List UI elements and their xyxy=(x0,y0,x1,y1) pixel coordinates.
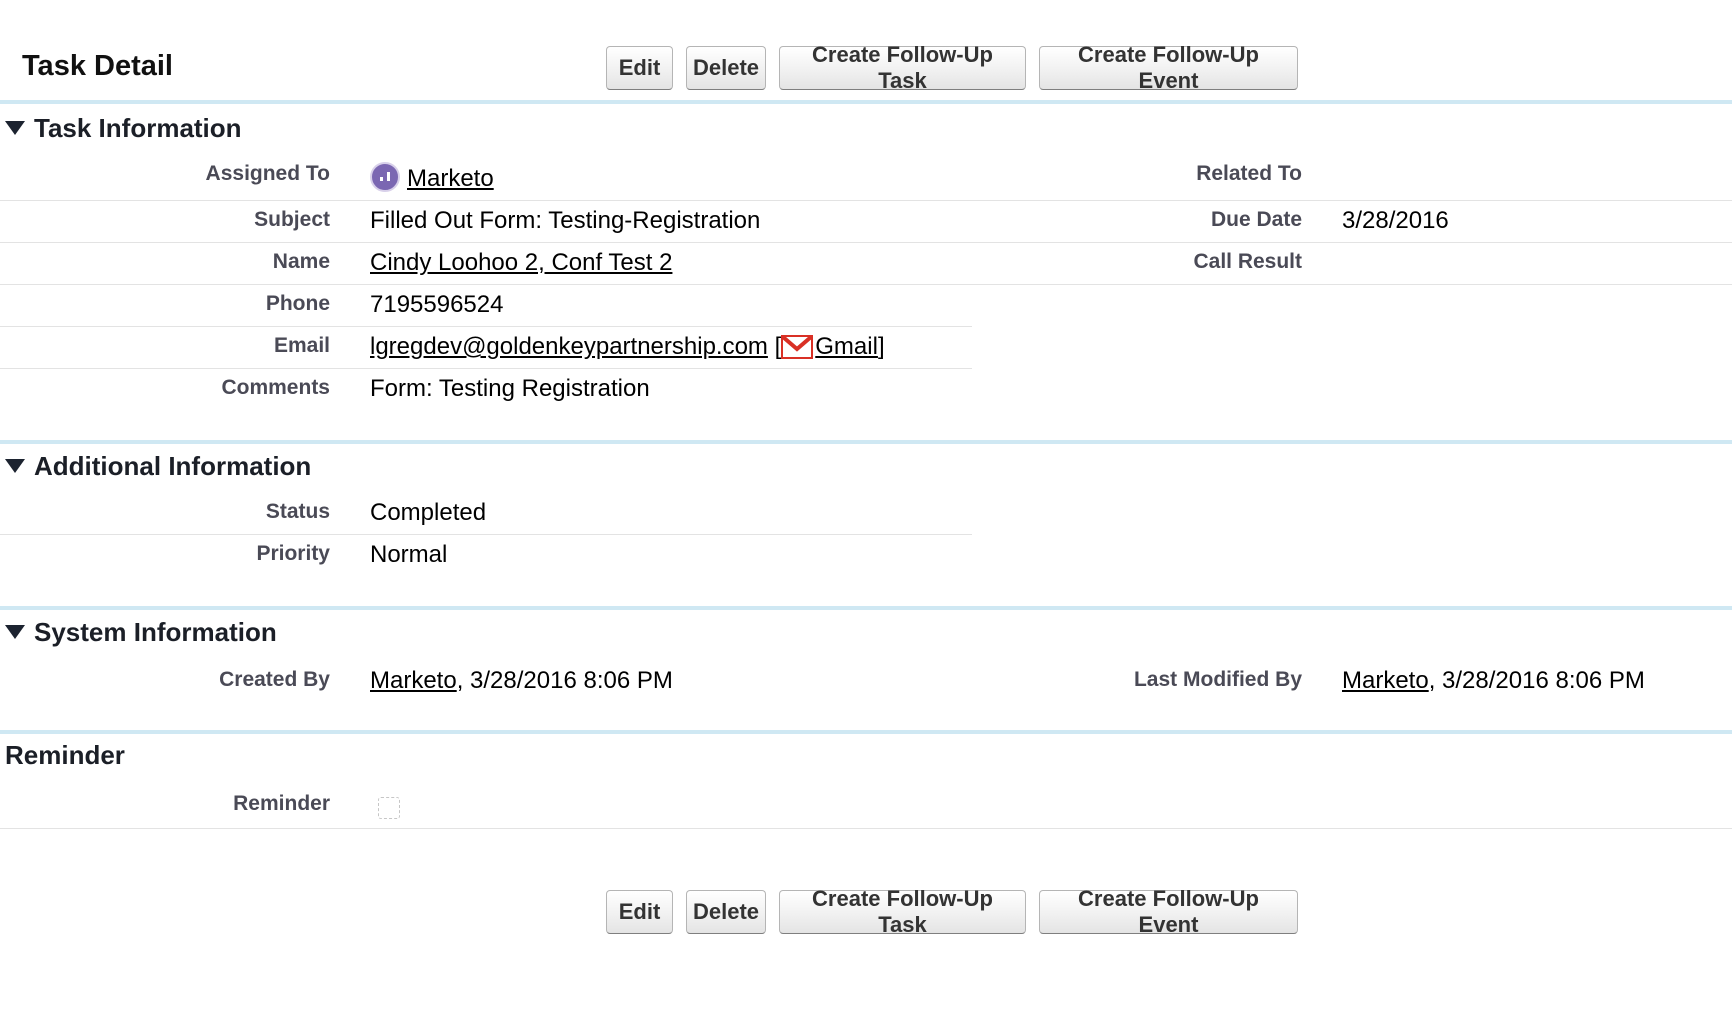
row-divider xyxy=(0,534,972,535)
priority-value: Normal xyxy=(370,541,448,568)
created-by-user-link[interactable]: Marketo xyxy=(370,667,457,694)
subject-label: Subject xyxy=(254,208,330,231)
task-information-header[interactable]: Task Information xyxy=(0,108,242,148)
bottom-button-row: Edit Delete Create Follow-Up Task Create… xyxy=(606,886,1298,937)
assigned-to-value: Marketo xyxy=(370,162,494,193)
phone-label: Phone xyxy=(265,292,330,315)
priority-label: Priority xyxy=(256,542,330,565)
contact-name-link[interactable]: Cindy Loohoo 2, Conf Test 2 xyxy=(370,249,672,276)
section-divider xyxy=(0,730,1732,734)
gmail-icon[interactable] xyxy=(781,335,814,359)
comments-value: Form: Testing Registration xyxy=(370,375,650,402)
email-value: lgregdev@goldenkeypartnership.com [ Gmail… xyxy=(370,333,885,361)
call-result-label: Call Result xyxy=(1193,250,1302,273)
row-divider xyxy=(0,242,1732,243)
system-information-header[interactable]: System Information xyxy=(0,612,277,652)
created-by-label: Created By xyxy=(219,668,330,691)
collapse-triangle-icon[interactable] xyxy=(5,459,25,473)
created-by-timestamp: , 3/28/2016 8:06 PM xyxy=(456,667,673,694)
page-title: Task Detail xyxy=(22,50,173,82)
reminder-section-title: Reminder xyxy=(5,740,125,770)
assigned-to-label: Assigned To xyxy=(205,162,330,185)
comments-label: Comments xyxy=(221,376,330,399)
subject-value: Filled Out Form: Testing-Registration xyxy=(370,207,761,234)
delete-button[interactable]: Delete xyxy=(686,890,766,934)
row-divider xyxy=(0,200,1732,201)
status-value: Completed xyxy=(370,499,487,526)
row-divider xyxy=(0,326,972,327)
marketo-user-icon xyxy=(370,162,400,192)
create-follow-up-task-button[interactable]: Create Follow-Up Task xyxy=(779,886,1026,937)
name-value: Cindy Loohoo 2, Conf Test 2 xyxy=(370,249,672,277)
row-divider xyxy=(0,368,972,369)
section-divider xyxy=(0,606,1732,610)
assigned-to-link[interactable]: Marketo xyxy=(407,165,494,192)
row-divider xyxy=(0,828,1732,829)
section-title: Additional Information xyxy=(34,450,312,481)
create-follow-up-task-button[interactable]: Create Follow-Up Task xyxy=(779,42,1026,93)
row-divider xyxy=(0,284,1732,285)
last-modified-by-value: Marketo, 3/28/2016 8:06 PM xyxy=(1342,667,1645,695)
section-divider xyxy=(0,440,1732,444)
due-date-value: 3/28/2016 xyxy=(1342,207,1449,234)
due-date-label: Due Date xyxy=(1210,208,1302,231)
edit-button[interactable]: Edit xyxy=(606,46,673,90)
collapse-triangle-icon[interactable] xyxy=(5,121,25,135)
email-label: Email xyxy=(273,334,330,357)
gmail-link[interactable]: Gmail xyxy=(815,333,878,360)
bracket-close: ] xyxy=(877,333,885,360)
collapse-triangle-icon[interactable] xyxy=(5,625,25,639)
reminder-label: Reminder xyxy=(233,792,330,815)
detail-header: Task Detail Edit Delete Create Follow-Up… xyxy=(0,0,1732,104)
last-modified-by-label: Last Modified By xyxy=(1133,668,1302,691)
last-modified-by-timestamp: , 3/28/2016 8:06 PM xyxy=(1428,667,1645,694)
edit-button[interactable]: Edit xyxy=(606,890,673,934)
phone-value: 7195596524 xyxy=(370,291,504,318)
status-label: Status xyxy=(265,500,330,523)
create-follow-up-event-button[interactable]: Create Follow-Up Event xyxy=(1039,886,1298,937)
related-to-label: Related To xyxy=(1196,162,1302,185)
additional-information-header[interactable]: Additional Information xyxy=(0,446,311,486)
create-follow-up-event-button[interactable]: Create Follow-Up Event xyxy=(1039,42,1298,93)
top-button-row: Edit Delete Create Follow-Up Task Create… xyxy=(606,42,1298,93)
last-modified-by-user-link[interactable]: Marketo xyxy=(1342,667,1429,694)
task-detail-page: Task Detail Edit Delete Create Follow-Up… xyxy=(0,0,1732,1014)
name-label: Name xyxy=(272,250,330,273)
bracket-open: [ xyxy=(774,333,782,360)
section-title: Task Information xyxy=(34,112,242,143)
section-title: System Information xyxy=(34,616,277,647)
reminder-checkbox[interactable] xyxy=(378,797,400,819)
email-link[interactable]: lgregdev@goldenkeypartnership.com xyxy=(370,333,768,360)
delete-button[interactable]: Delete xyxy=(686,46,766,90)
created-by-value: Marketo, 3/28/2016 8:06 PM xyxy=(370,667,673,695)
